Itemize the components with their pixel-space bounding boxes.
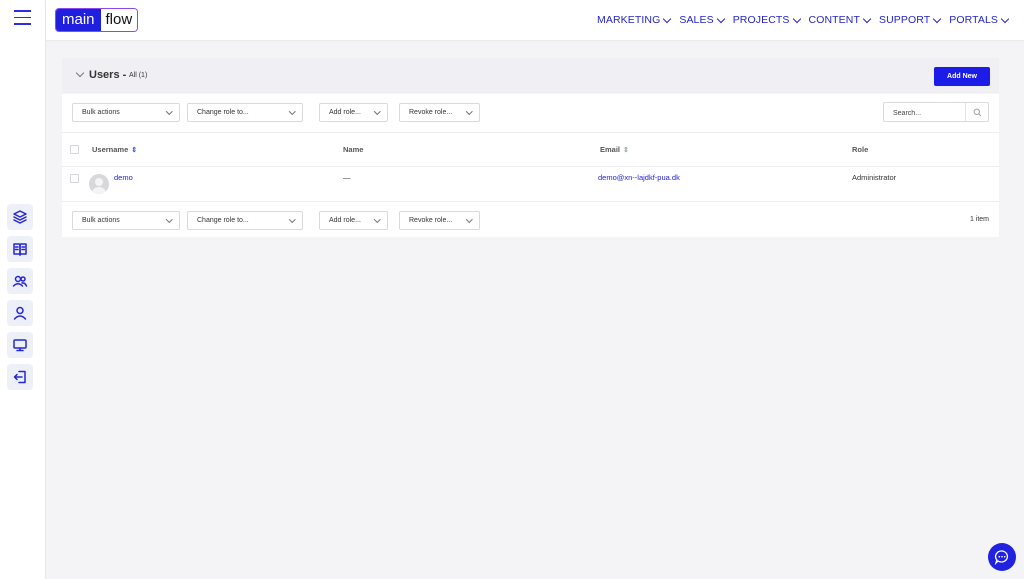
- chat-icon: [994, 550, 1008, 565]
- select-all-checkbox[interactable]: [70, 145, 79, 154]
- revoke-role-label: Revoke role...: [409, 109, 453, 116]
- chevron-down-icon: [465, 108, 472, 115]
- left-rail: [0, 0, 46, 579]
- chevron-down-icon: [165, 216, 172, 223]
- chevron-down-icon: [288, 216, 295, 223]
- add-role-label: Add role...: [329, 217, 361, 224]
- chevron-down-icon: [373, 216, 380, 223]
- nav-marketing[interactable]: MARKETING: [597, 14, 672, 26]
- role-cell: Administrator: [852, 173, 897, 182]
- username-link[interactable]: demo: [114, 173, 133, 182]
- revoke-role-select-bottom[interactable]: Revoke role...: [399, 211, 480, 230]
- bulk-actions-select-bottom[interactable]: Bulk actions: [72, 211, 180, 230]
- add-role-select[interactable]: Add role...: [319, 103, 388, 122]
- column-label: Username: [92, 145, 129, 154]
- nav-sales[interactable]: SALES: [679, 14, 725, 26]
- chevron-down-icon: [933, 14, 942, 23]
- chevron-down-icon: [288, 108, 295, 115]
- sort-icon: ⇕: [623, 147, 629, 154]
- bulk-actions-label: Bulk actions: [82, 217, 120, 224]
- change-role-select-bottom[interactable]: Change role to...: [187, 211, 303, 230]
- nav-content[interactable]: CONTENT: [808, 14, 872, 26]
- avatar: [89, 174, 109, 194]
- rail-icon-list: [7, 204, 33, 396]
- chat-launcher-button[interactable]: [988, 543, 1016, 571]
- nav-support[interactable]: SUPPORT: [878, 14, 942, 26]
- change-role-select[interactable]: Change role to...: [187, 103, 303, 122]
- chevron-down-icon: [1000, 14, 1010, 23]
- logout-icon[interactable]: [7, 364, 33, 390]
- chevron-down-icon: [716, 14, 725, 23]
- change-role-label: Change role to...: [197, 109, 249, 116]
- user-icon[interactable]: [7, 300, 33, 326]
- search-box: [883, 102, 989, 123]
- table-row: demo — demo@xn--lajdkf-pua.dk Administra…: [62, 167, 999, 201]
- nav-label: SALES: [679, 14, 714, 26]
- nav-label: PORTALS: [949, 14, 998, 26]
- users-icon[interactable]: [7, 268, 33, 294]
- chevron-down-icon: [165, 108, 172, 115]
- chevron-down-icon: [792, 14, 801, 23]
- bulk-actions-label: Bulk actions: [82, 109, 120, 116]
- hamburger-menu-icon[interactable]: [14, 10, 31, 25]
- change-role-label: Change role to...: [197, 217, 249, 224]
- collapse-chevron-icon[interactable]: [75, 68, 85, 78]
- add-new-button[interactable]: Add New: [934, 67, 990, 86]
- top-filter-bar: Bulk actions Change role to... Add role.…: [62, 94, 999, 133]
- column-username[interactable]: Username ⇕: [92, 145, 137, 154]
- search-icon[interactable]: [965, 103, 988, 121]
- chevron-down-icon: [862, 14, 872, 23]
- search-input[interactable]: [884, 103, 977, 123]
- users-table-card: Bulk actions Change role to... Add role.…: [62, 94, 999, 237]
- nav-portals[interactable]: PORTALS: [949, 14, 1010, 26]
- nav-label: PROJECTS: [732, 14, 790, 26]
- book-icon[interactable]: [7, 236, 33, 262]
- users-panel-header: Users - All (1) Add New: [62, 58, 999, 93]
- monitor-icon[interactable]: [7, 332, 33, 358]
- row-checkbox[interactable]: [70, 174, 79, 183]
- sort-icon: ⇕: [131, 147, 138, 154]
- chevron-down-icon: [465, 216, 472, 223]
- bottom-filter-bar: Bulk actions Change role to... Add role.…: [62, 201, 999, 240]
- chevron-down-icon: [373, 108, 380, 115]
- nav-label: CONTENT: [808, 14, 860, 26]
- items-count: 1 item: [969, 216, 989, 223]
- column-role: Role: [852, 145, 869, 154]
- layers-icon[interactable]: [7, 204, 33, 230]
- name-cell: —: [343, 173, 351, 182]
- table-header: Username ⇕ Name Email ⇕ Role: [62, 133, 999, 167]
- add-role-select-bottom[interactable]: Add role...: [319, 211, 388, 230]
- filter-all-count[interactable]: All (1): [129, 72, 147, 79]
- column-name: Name: [343, 145, 364, 154]
- bulk-actions-select[interactable]: Bulk actions: [72, 103, 180, 122]
- logo-part-main: main: [56, 9, 101, 31]
- nav-label: MARKETING: [597, 14, 661, 26]
- nav-projects[interactable]: PROJECTS: [732, 14, 801, 26]
- page-title: Users -: [89, 69, 127, 81]
- logo-part-flow: flow: [100, 9, 138, 31]
- chevron-down-icon: [663, 14, 672, 23]
- mainflow-logo[interactable]: main flow: [55, 8, 139, 32]
- add-role-label: Add role...: [329, 109, 361, 116]
- email-link[interactable]: demo@xn--lajdkf-pua.dk: [598, 173, 680, 182]
- column-email[interactable]: Email ⇕: [600, 145, 629, 154]
- nav-label: SUPPORT: [878, 14, 931, 26]
- revoke-role-select[interactable]: Revoke role...: [399, 103, 480, 122]
- revoke-role-label: Revoke role...: [409, 217, 453, 224]
- top-navigation: MARKETING SALES PROJECTS CONTENT SUPPORT…: [588, 0, 1010, 40]
- column-label: Email: [600, 145, 621, 154]
- top-bar: main flow MARKETING SALES PROJECTS CONTE…: [46, 0, 1024, 41]
